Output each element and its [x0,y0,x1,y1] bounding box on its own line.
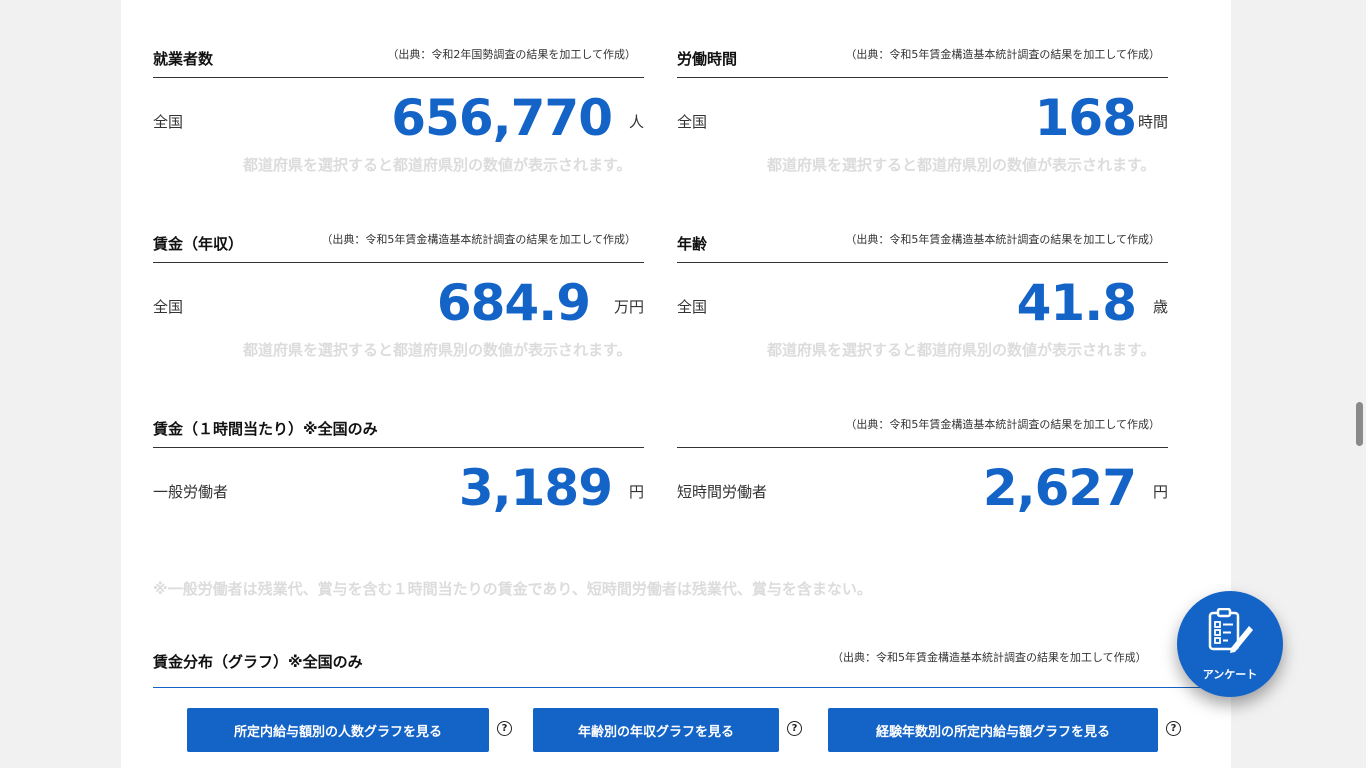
annual-wage-unit: 万円 [613,298,644,316]
work-hours-label: 全国 [677,113,708,131]
annual-wage-label: 全国 [153,298,184,316]
help-icon[interactable]: ? [1166,721,1181,736]
hourly-wage-general-block: 賃金（１時間当たり）※全国のみ 一般労働者 3,189 円 [153,416,644,528]
survey-label: アンケート [1202,668,1258,681]
employees-row: 全国 656,770 人 都道府県を選択すると都道府県別の数値が表示されます。 [153,78,644,174]
age-row: 全国 41.8 歳 都道府県を選択すると都道府県別の数値が表示されます。 [677,263,1168,359]
work-hours-value: 168 [1034,89,1137,147]
clipboard-pen-icon [1208,608,1253,653]
age-header: 年齢 （出典：令和5年賃金構造基本統計調査の結果を加工して作成） [677,231,1168,263]
part-time-worker-label: 短時間労働者 [677,483,768,501]
general-worker-unit: 円 [628,483,644,501]
annual-wage-pref-note: 都道府県を選択すると都道府県別の数値が表示されます。 [243,341,632,359]
part-time-worker-unit: 円 [1152,483,1168,501]
employees-source: （出典：令和2年国勢調査の結果を加工して作成） [387,48,636,61]
work-hours-block: 労働時間 （出典：令和5年賃金構造基本統計調査の結果を加工して作成） 全国 16… [677,46,1168,174]
general-worker-value: 3,189 [458,459,613,517]
age-block: 年齢 （出典：令和5年賃金構造基本統計調査の結果を加工して作成） 全国 41.8… [677,231,1168,359]
hourly-wage-source: （出典：令和5年賃金構造基本統計調査の結果を加工して作成） [845,418,1160,431]
employees-header: 就業者数 （出典：令和2年国勢調査の結果を加工して作成） [153,46,644,78]
age-pref-note: 都道府県を選択すると都道府県別の数値が表示されます。 [767,341,1156,359]
distribution-title: 賃金分布（グラフ）※全国のみ [153,653,363,671]
general-worker-label: 一般労働者 [153,483,229,501]
work-hours-unit: 時間 [1137,113,1168,131]
age-label: 全国 [677,298,708,316]
work-hours-row: 全国 168 時間 都道府県を選択すると都道府県別の数値が表示されます。 [677,78,1168,174]
hourly-wage-title: 賃金（１時間当たり）※全国のみ [153,420,378,438]
employees-unit: 人 [628,113,644,131]
hourly-wage-header: 賃金（１時間当たり）※全国のみ [153,416,644,448]
employees-title: 就業者数 [153,50,214,68]
hourly-wage-source-header: （出典：令和5年賃金構造基本統計調査の結果を加工して作成） [677,416,1168,448]
age-source: （出典：令和5年賃金構造基本統計調査の結果を加工して作成） [845,233,1160,246]
scrollbar-thumb[interactable] [1356,402,1363,446]
annual-wage-block: 賃金（年収） （出典：令和5年賃金構造基本統計調査の結果を加工して作成） 全国 … [153,231,644,359]
age-unit: 歳 [1152,298,1168,316]
employees-label: 全国 [153,113,184,131]
work-hours-source: （出典：令和5年賃金構造基本統計調査の結果を加工して作成） [845,48,1160,61]
distribution-header: 賃金分布（グラフ）※全国のみ （出典：令和5年賃金構造基本統計調査の結果を加工し… [153,649,1201,688]
age-title: 年齢 [677,235,708,253]
employees-block: 就業者数 （出典：令和2年国勢調査の結果を加工して作成） 全国 656,770 … [153,46,644,174]
salary-headcount-graph-button[interactable]: 所定内給与額別の人数グラフを見る [187,708,489,752]
annual-wage-header: 賃金（年収） （出典：令和5年賃金構造基本統計調査の結果を加工して作成） [153,231,644,263]
annual-wage-value: 684.9 [436,274,591,332]
work-hours-pref-note: 都道府県を選択すると都道府県別の数値が表示されます。 [767,156,1156,174]
help-icon[interactable]: ? [497,721,512,736]
employees-pref-note: 都道府県を選択すると都道府県別の数値が表示されます。 [243,156,632,174]
annual-wage-title: 賃金（年収） [153,235,244,253]
survey-button[interactable]: アンケート [1177,591,1283,697]
distribution-source: （出典：令和5年賃金構造基本統計調査の結果を加工して作成） [832,651,1147,664]
work-hours-title: 労働時間 [677,50,738,68]
part-time-worker-value: 2,627 [982,459,1137,517]
hourly-wage-part-time-row: 短時間労働者 2,627 円 [677,448,1168,528]
page-scrollbar[interactable] [1352,0,1366,768]
help-icon[interactable]: ? [787,721,802,736]
age-value: 41.8 [1016,274,1137,332]
age-income-graph-button[interactable]: 年齢別の年収グラフを見る [533,708,779,752]
hourly-wage-footnote: ※一般労働者は残業代、賞与を含む１時間当たりの賃金であり、短時間労働者は残業代、… [153,580,872,598]
employees-value: 656,770 [391,89,613,147]
work-hours-header: 労働時間 （出典：令和5年賃金構造基本統計調査の結果を加工して作成） [677,46,1168,78]
annual-wage-row: 全国 684.9 万円 都道府県を選択すると都道府県別の数値が表示されます。 [153,263,644,359]
hourly-wage-part-time-block: （出典：令和5年賃金構造基本統計調査の結果を加工して作成） 短時間労働者 2,6… [677,416,1168,528]
experience-salary-graph-button[interactable]: 経験年数別の所定内給与額グラフを見る [828,708,1158,752]
annual-wage-source: （出典：令和5年賃金構造基本統計調査の結果を加工して作成） [321,233,636,246]
hourly-wage-general-row: 一般労働者 3,189 円 [153,448,644,528]
